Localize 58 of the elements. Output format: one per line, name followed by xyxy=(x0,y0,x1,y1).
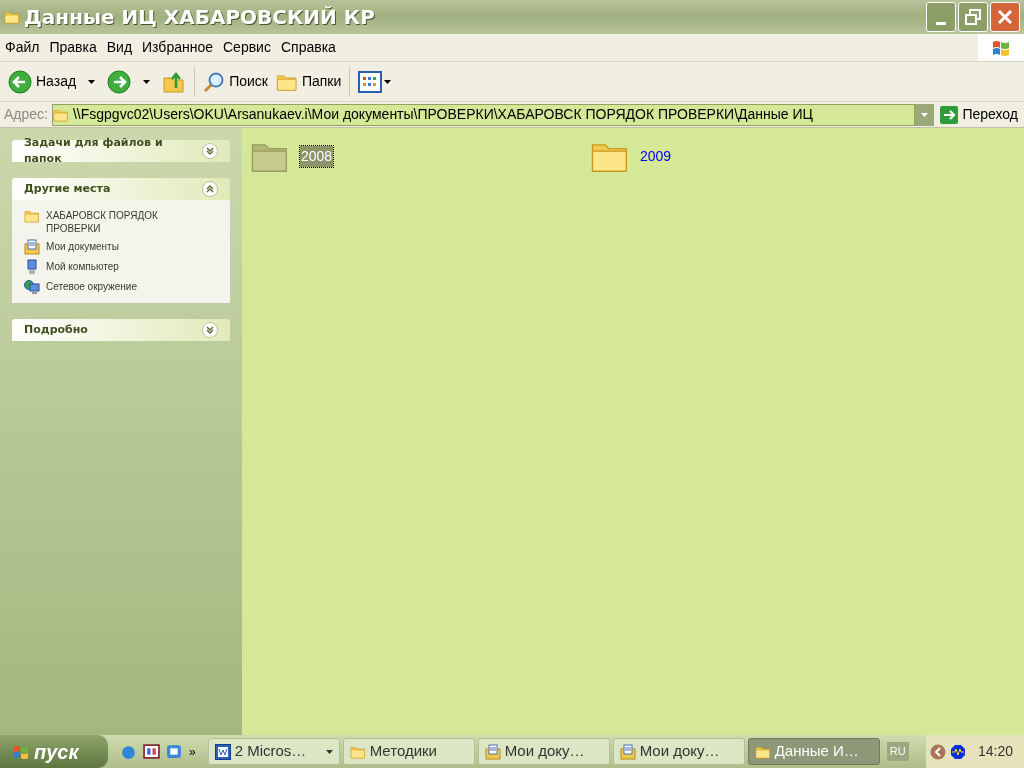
address-label: Адрес: xyxy=(4,105,48,124)
network-icon xyxy=(24,279,40,295)
folder-icon xyxy=(24,208,40,224)
wave-octagon-icon[interactable] xyxy=(950,743,966,760)
collapse-icon[interactable] xyxy=(202,181,218,197)
expand-icon[interactable] xyxy=(202,143,218,159)
minimize-icon xyxy=(936,22,946,25)
minimize-button[interactable] xyxy=(926,2,956,32)
computer-icon xyxy=(24,259,40,275)
place-link[interactable]: ХАБАРОВСК ПОРЯДОК ПРОВЕРКИ xyxy=(46,208,186,235)
restore-icon xyxy=(964,8,982,26)
documents-icon xyxy=(484,743,501,760)
place-link[interactable]: Сетевое окружение xyxy=(46,279,186,293)
flag-logo-icon xyxy=(991,38,1011,57)
menu-item[interactable]: Правка xyxy=(44,37,102,58)
go-button[interactable]: Переход xyxy=(934,104,1024,125)
taskbar-button[interactable]: Методики xyxy=(342,738,475,765)
dropdown-caret-icon xyxy=(143,79,151,84)
flag-logo-icon xyxy=(12,743,30,760)
clock: 14:20 xyxy=(978,742,1014,761)
expand-icon[interactable] xyxy=(202,322,218,338)
taskbar-button[interactable]: Мои доку… xyxy=(477,738,610,765)
menu-item[interactable]: Вид xyxy=(101,37,138,58)
book-icon[interactable] xyxy=(143,743,160,760)
taskbar-button[interactable]: Мои доку… xyxy=(612,738,745,765)
menu-item[interactable]: Избранное xyxy=(137,37,218,58)
folder-icon xyxy=(4,9,20,25)
dropdown-caret-icon xyxy=(88,79,96,84)
panel-header[interactable]: Подробно xyxy=(12,319,230,341)
caret-icon xyxy=(384,79,392,84)
address-field[interactable]: \\Fsgpgvc02\Users\OKU\Arsanukaev.i\Мои документы\ПРОВЕРКИ\ХАБАРОВСК ПОРЯДОК ПРОВЕРКИ\Данные ИЦ xyxy=(51,103,916,126)
search-icon xyxy=(203,70,226,93)
menu-item[interactable]: Файл xyxy=(0,37,45,58)
chevron-down-icon xyxy=(921,112,929,117)
folder-name: 2008 xyxy=(300,145,334,167)
views-button[interactable] xyxy=(358,70,392,93)
document-w-icon xyxy=(214,743,231,760)
back-button[interactable]: Назад xyxy=(8,69,77,94)
window-title: Данные ИЦ ХАБАРОВСКИЙ КР xyxy=(24,4,375,31)
more-chevron[interactable]: » xyxy=(189,742,196,761)
folder-item[interactable]: 2009 xyxy=(590,136,930,176)
start-button[interactable]: пуск xyxy=(0,735,108,768)
place-link[interactable]: Мои документы xyxy=(46,239,186,253)
close-button[interactable] xyxy=(990,2,1020,32)
search-button[interactable]: Поиск xyxy=(203,70,268,93)
taskbar-button[interactable]: 2 Micros… xyxy=(207,738,340,765)
panel-header[interactable]: Другие места xyxy=(12,178,230,200)
menu-item[interactable]: Сервис xyxy=(218,37,276,58)
restore-button[interactable] xyxy=(958,2,988,32)
documents-icon xyxy=(619,743,636,760)
close-icon xyxy=(996,8,1014,26)
folder-name: 2009 xyxy=(640,146,672,166)
views-grid-icon xyxy=(358,70,383,93)
menu-item[interactable]: Справка xyxy=(275,37,341,58)
documents-icon xyxy=(24,239,40,255)
show-hidden-icon[interactable] xyxy=(930,743,946,760)
folders-button[interactable]: Папки xyxy=(275,70,342,93)
place-link[interactable]: Мой компьютер xyxy=(46,259,186,273)
